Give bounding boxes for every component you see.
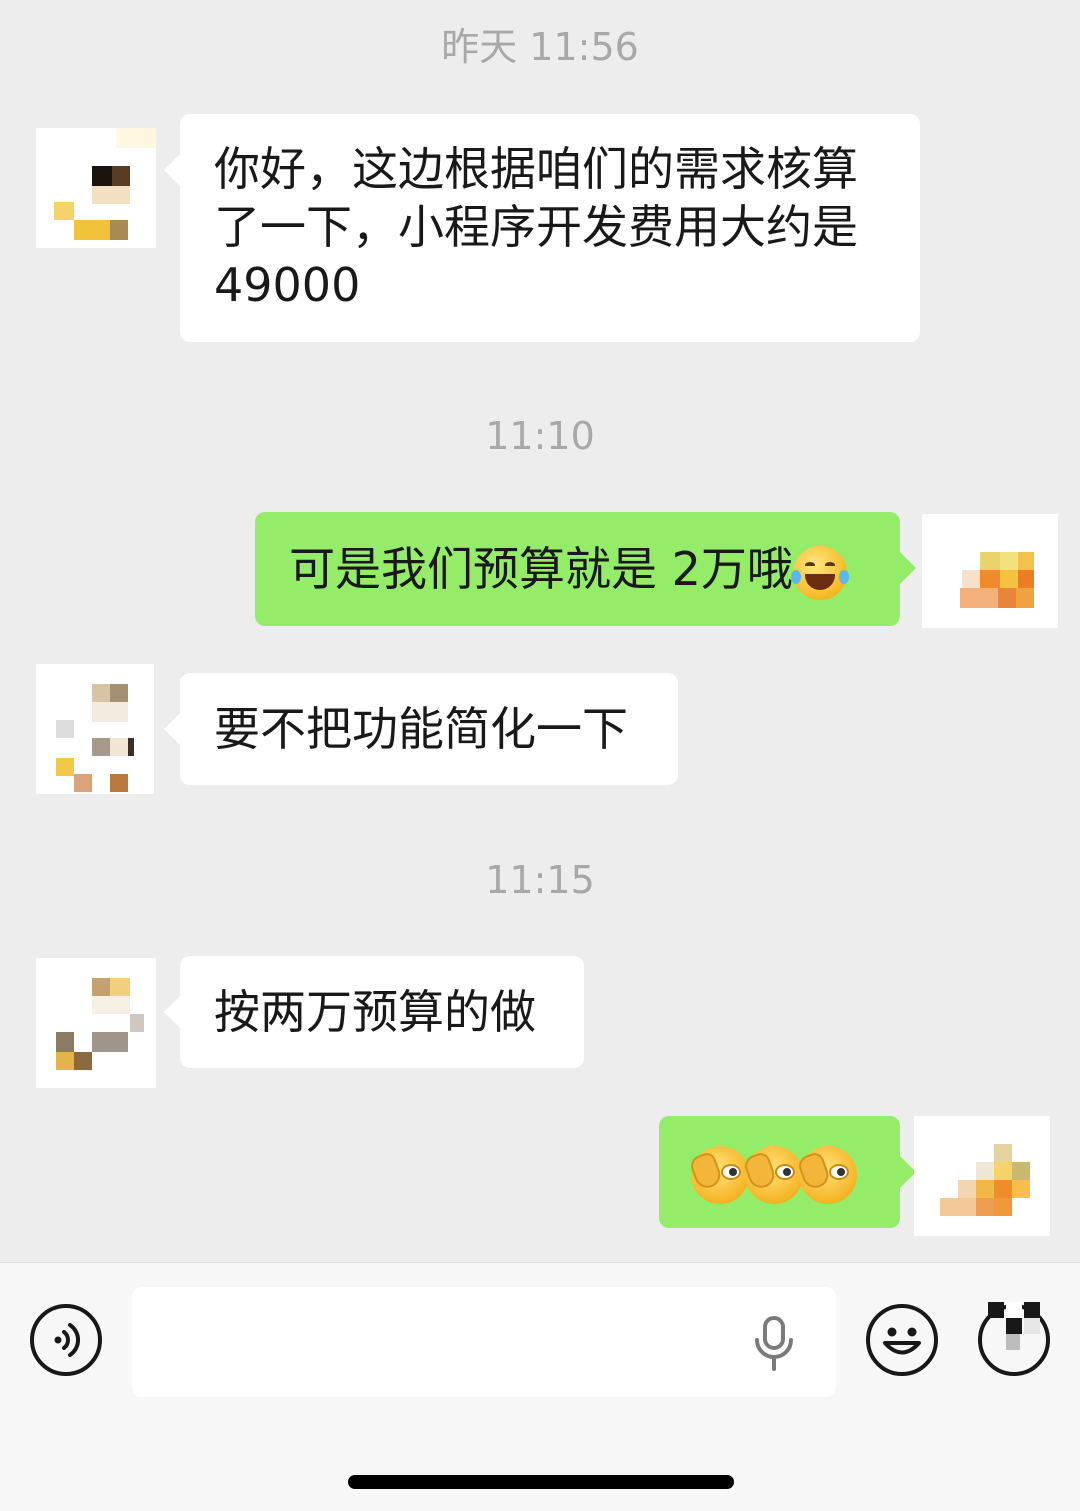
face-with-tears-of-joy-icon	[790, 545, 849, 600]
message-line: 你好，这边根据咱们的需求核算	[214, 142, 858, 196]
voice-icon[interactable]	[30, 1304, 102, 1376]
peeking-eye-emoji-icon	[687, 1145, 749, 1204]
timestamp: 昨天 11:56	[441, 25, 639, 69]
timestamp: 11:15	[485, 858, 595, 902]
home-indicator[interactable]	[348, 1475, 734, 1489]
contact-avatar[interactable]	[36, 958, 156, 1088]
my-avatar[interactable]	[914, 1116, 1050, 1236]
microphone-icon[interactable]	[752, 1315, 796, 1373]
peeking-eye-emoji-icon	[795, 1145, 857, 1204]
message-bubble-incoming[interactable]: 你好，这边根据咱们的需求核算 了一下，小程序开发费用大约是 49000	[164, 114, 920, 342]
message-text: 可是我们预算就是 2万哦	[289, 542, 793, 596]
my-avatar[interactable]	[922, 514, 1058, 628]
input-bar	[0, 1262, 1080, 1511]
peeking-eye-emoji-icon	[741, 1145, 803, 1204]
message-text: 按两万预算的做	[214, 985, 536, 1039]
timestamp: 11:10	[485, 414, 595, 458]
message-bubble-outgoing[interactable]	[659, 1116, 916, 1228]
chat-screen: 昨天 11:56 你好，这边根据咱们的需求核算 了一下，小程序开发费用大约是 4…	[0, 0, 1080, 1511]
message-line: 了一下，小程序开发费用大约是	[214, 200, 858, 254]
message-input[interactable]	[132, 1287, 836, 1397]
message-text: 要不把功能简化一下	[214, 702, 628, 756]
contact-avatar[interactable]	[36, 128, 156, 248]
contact-avatar[interactable]	[36, 664, 154, 794]
message-bubble-outgoing[interactable]: 可是我们预算就是 2万哦	[255, 512, 916, 626]
message-bubble-incoming[interactable]: 要不把功能简化一下	[164, 673, 678, 785]
smiley-icon[interactable]	[866, 1304, 938, 1376]
plus-circle-icon[interactable]	[978, 1302, 1050, 1376]
message-line: 49000	[214, 258, 361, 312]
message-bubble-incoming[interactable]: 按两万预算的做	[164, 956, 584, 1068]
